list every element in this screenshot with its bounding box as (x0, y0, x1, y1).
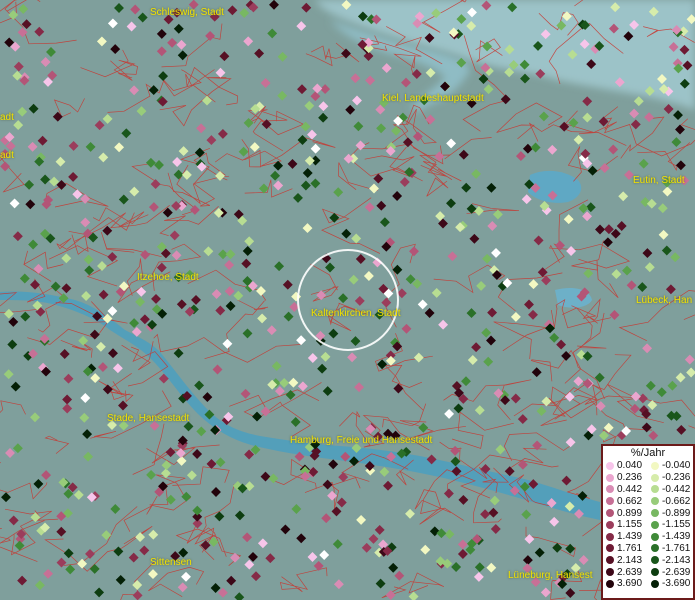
legend-value: -1.155 (662, 519, 691, 531)
legend-value: -2.143 (662, 554, 691, 566)
legend-row: 0.662 -0.662 (603, 495, 693, 507)
legend-row: 0.040 -0.040 (603, 460, 693, 472)
legend-swatch (651, 485, 659, 494)
legend-value: 0.899 (617, 507, 643, 519)
legend-value: -2.639 (662, 566, 691, 578)
city-label-luebeck[interactable]: Lübeck, Han (636, 295, 692, 306)
legend-entry-negative: -0.236 (648, 472, 693, 483)
legend-swatch (651, 532, 659, 541)
legend-entry-negative: -2.639 (648, 567, 693, 578)
legend-entry-negative: -0.899 (648, 508, 693, 519)
legend-value: 3.690 (617, 578, 643, 590)
legend-entry-positive: 0.662 (603, 496, 648, 507)
legend-value: 0.662 (617, 495, 643, 507)
city-label-kaltenkirchen[interactable]: Kaltenkirchen, Stadt (311, 308, 401, 319)
city-label-schleswig[interactable]: Schleswig, Stadt (150, 7, 224, 18)
legend-entry-positive: 0.236 (603, 472, 648, 483)
legend-row: 1.439 -1.439 (603, 531, 693, 543)
legend-swatch (606, 461, 614, 470)
legend-swatch (651, 520, 659, 529)
legend-value: -0.040 (662, 460, 691, 472)
city-label-hamburg[interactable]: Hamburg, Freie und Hansestadt (290, 435, 432, 446)
legend-entry-positive: 0.442 (603, 484, 648, 495)
city-label-stade[interactable]: Stade, Hansestadt (107, 413, 189, 424)
legend-value: -0.442 (662, 483, 691, 495)
legend-entry-negative: -0.662 (648, 496, 693, 507)
city-label-left-edge[interactable]: adt (0, 150, 14, 161)
legend-row: 0.442 -0.442 (603, 484, 693, 496)
legend-swatch (651, 473, 659, 482)
legend-row: 2.143 -2.143 (603, 554, 693, 566)
legend-entry-negative: -1.439 (648, 531, 693, 542)
legend-row: 0.899 -0.899 (603, 507, 693, 519)
legend-row: 0.236 -0.236 (603, 472, 693, 484)
legend-entry-negative: -2.143 (648, 555, 693, 566)
legend-value: -3.690 (662, 578, 691, 590)
map-canvas[interactable]: Schleswig, Stadt Kiel, Landeshauptstadt … (0, 0, 695, 600)
legend-entry-negative: -1.155 (648, 519, 693, 530)
legend-swatch (606, 520, 614, 529)
legend-swatch (651, 544, 659, 553)
city-label-sittensen[interactable]: Sittensen (150, 557, 192, 568)
legend-value: -1.761 (662, 542, 691, 554)
legend-entry-negative: -1.761 (648, 543, 693, 554)
legend-swatch (606, 509, 614, 518)
legend-value: 1.439 (617, 531, 643, 543)
legend-entry-positive: 0.040 (603, 460, 648, 471)
legend-swatch (606, 556, 614, 565)
legend-title: %/Jahr (630, 447, 666, 459)
legend-entry-positive: 1.155 (603, 519, 648, 530)
legend-value: 2.639 (617, 566, 643, 578)
city-label-kiel[interactable]: Kiel, Landeshauptstadt (382, 93, 484, 104)
legend-row: 2.639 -2.639 (603, 566, 693, 578)
legend-swatch (651, 497, 659, 506)
legend-entry-positive: 2.639 (603, 567, 648, 578)
city-label-left-edge[interactable]: adt (0, 112, 14, 123)
legend-entry-positive: 1.439 (603, 531, 648, 542)
legend-swatch (606, 579, 614, 588)
legend-value: 0.442 (617, 483, 643, 495)
legend-value: 2.143 (617, 554, 643, 566)
legend-entry-positive: 2.143 (603, 555, 648, 566)
legend-entry-positive: 0.899 (603, 508, 648, 519)
legend-value: -0.236 (662, 472, 691, 484)
basemap (0, 0, 695, 600)
legend-swatch (651, 509, 659, 518)
legend-swatch (651, 579, 659, 588)
legend-swatch (651, 461, 659, 470)
legend-row: 1.155 -1.155 (603, 519, 693, 531)
legend-value: -0.899 (662, 507, 691, 519)
city-label-eutin[interactable]: Eutin, Stadt (633, 175, 685, 186)
legend-swatch (606, 568, 614, 577)
legend: %/Jahr 0.040 -0.040 0.236 -0.236 0.442 -0.442… (601, 444, 695, 600)
legend-value: -0.662 (662, 495, 691, 507)
legend-entry-positive: 1.761 (603, 543, 648, 554)
legend-swatch (651, 568, 659, 577)
legend-swatch (606, 473, 614, 482)
legend-value: 0.040 (617, 460, 643, 472)
city-label-itzehoe[interactable]: Itzehoe, Stadt (137, 272, 199, 283)
legend-row: 3.690 -3.690 (603, 578, 693, 590)
legend-entry-negative: -3.690 (648, 578, 693, 589)
legend-value: 0.236 (617, 472, 643, 484)
legend-entry-negative: -0.040 (648, 460, 693, 471)
legend-row: 1.761 -1.761 (603, 543, 693, 555)
legend-rows: 0.040 -0.040 0.236 -0.236 0.442 -0.442 0.662 -0… (603, 460, 693, 590)
legend-value: -1.439 (662, 531, 691, 543)
legend-swatch (651, 556, 659, 565)
legend-value: 1.761 (617, 542, 643, 554)
legend-swatch (606, 532, 614, 541)
city-label-lueneburg[interactable]: Lüneburg, Hansest (508, 570, 593, 581)
legend-entry-negative: -0.442 (648, 484, 693, 495)
legend-swatch (606, 485, 614, 494)
legend-entry-positive: 3.690 (603, 578, 648, 589)
legend-swatch (606, 497, 614, 506)
legend-value: 1.155 (617, 519, 643, 531)
legend-swatch (606, 544, 614, 553)
